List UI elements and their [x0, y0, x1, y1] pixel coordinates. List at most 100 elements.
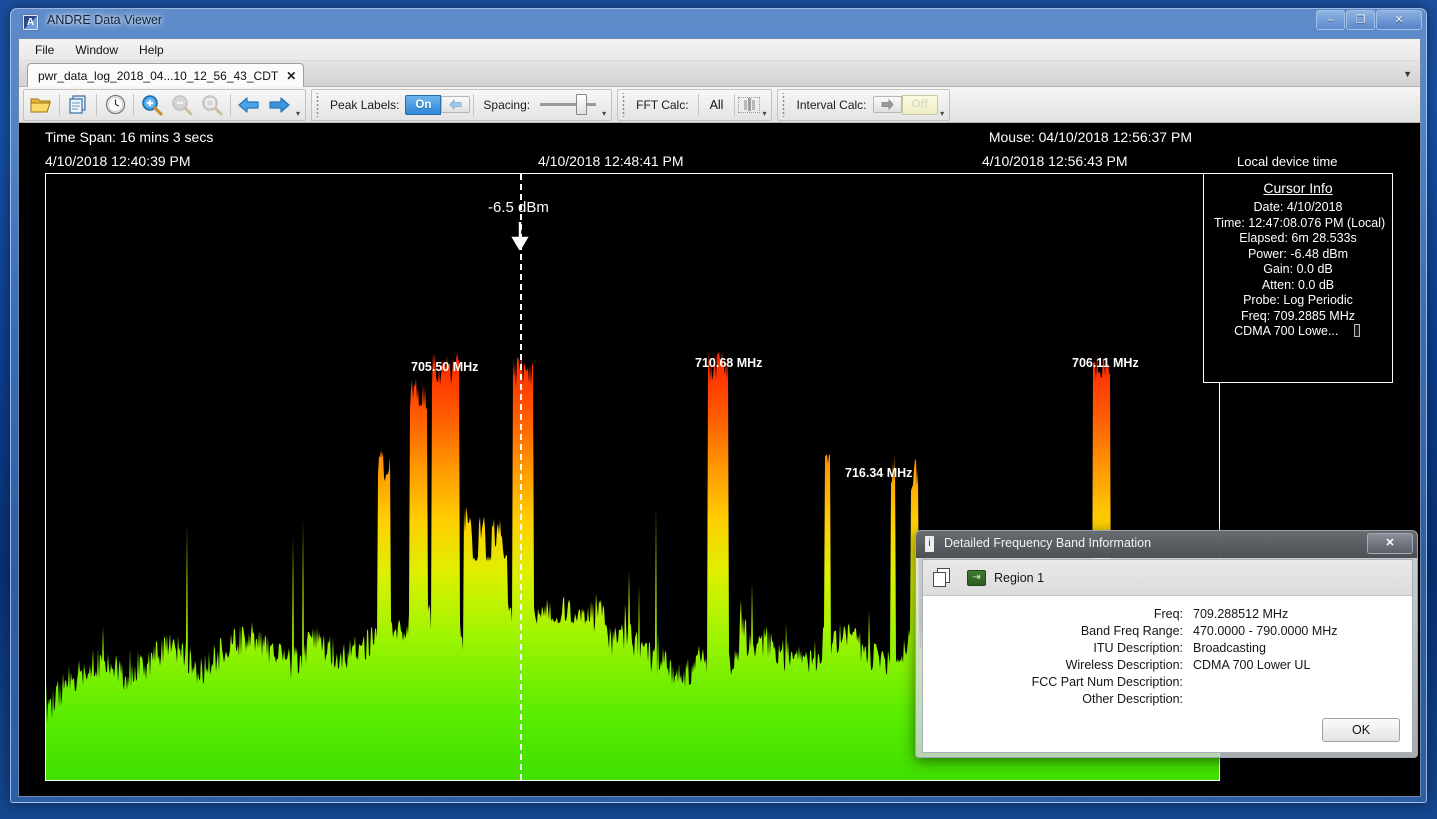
interval-calc-arrow-icon[interactable]: [873, 96, 902, 113]
toolbar-separator: [230, 94, 231, 116]
cursor-info-title: Cursor Info: [1214, 180, 1382, 196]
toolbar-grip[interactable]: [621, 93, 627, 117]
tab-active-document[interactable]: pwr_data_log_2018_04...10_12_56_43_CDT ✕: [27, 63, 304, 87]
zoom-fit-button[interactable]: [197, 91, 227, 119]
cursor-info-power-value: -6.48 dBm: [1290, 247, 1348, 261]
fft-calc-label: FFT Calc:: [630, 98, 694, 112]
cursor-info-time-label: Time:: [1214, 216, 1245, 230]
cursor-peak-arrow-icon: [511, 222, 529, 250]
cursor-info-band[interactable]: CDMA 700 Lowe...: [1214, 324, 1382, 338]
field-other-description: Other Description:: [923, 692, 1412, 706]
toolbar-group-peak-labels: Peak Labels: On Spacing: ▾: [311, 89, 612, 121]
time-cursor-line[interactable]: [520, 174, 522, 780]
dialog-title: Detailed Frequency Band Information: [944, 536, 1151, 550]
fft-range-icon[interactable]: [738, 97, 760, 113]
cursor-info-elapsed-label: Elapsed:: [1239, 231, 1288, 245]
toolbar-overflow-icon[interactable]: ▾: [294, 109, 303, 120]
field-wireless-description-value: CDMA 700 Lower UL: [1193, 658, 1310, 672]
frequency-band-dialog: i Detailed Frequency Band Information ✕ …: [915, 530, 1418, 758]
time-settings-button[interactable]: [100, 91, 130, 119]
menu-item-help[interactable]: Help: [129, 41, 174, 59]
copy-region-icon[interactable]: [933, 568, 953, 588]
tab-label: pwr_data_log_2018_04...10_12_56_43_CDT: [38, 69, 278, 83]
cursor-info-power: Power: -6.48 dBm: [1214, 247, 1382, 261]
field-band-freq-range: Band Freq Range: 470.0000 - 790.0000 MHz: [923, 624, 1412, 638]
field-wireless-description-label: Wireless Description:: [923, 658, 1193, 672]
arrow-right-small-icon: [881, 99, 894, 110]
band-info-icon[interactable]: [1354, 324, 1360, 337]
field-itu-description-label: ITU Description:: [923, 641, 1193, 655]
tab-close-icon[interactable]: ✕: [286, 69, 296, 83]
toolbar-group-navigation: ▾: [23, 89, 306, 121]
toolbar-separator: [96, 94, 97, 116]
interval-calc-off-state[interactable]: Off: [902, 95, 939, 115]
peak-label: 706.11 MHz: [1072, 356, 1139, 370]
field-other-description-label: Other Description:: [923, 692, 1193, 706]
axis-time-start: 4/10/2018 12:40:39 PM: [45, 153, 191, 169]
toolbar-overflow-icon[interactable]: ▾: [760, 109, 769, 120]
dialog-title-bar: i Detailed Frequency Band Information ✕: [916, 531, 1417, 558]
toolbar-separator: [473, 94, 474, 116]
minimize-button[interactable]: –: [1316, 10, 1345, 30]
app-icon-glyph: A: [24, 16, 37, 29]
close-button[interactable]: ✕: [1376, 10, 1422, 30]
dialog-close-button[interactable]: ✕: [1367, 533, 1413, 554]
cursor-info-elapsed-value: 6m 28.533s: [1291, 231, 1356, 245]
peak-labels-toggle[interactable]: On: [405, 95, 470, 115]
zoom-out-button[interactable]: [167, 91, 197, 119]
peak-label: 705.50 MHz: [411, 360, 478, 374]
window-controls: – ❐ ✕: [1315, 10, 1422, 30]
menu-item-file[interactable]: File: [25, 41, 64, 59]
open-file-button[interactable]: [26, 91, 56, 119]
cursor-info-date: Date: 4/10/2018: [1214, 200, 1382, 214]
ok-button[interactable]: OK: [1322, 718, 1400, 742]
cursor-info-time-value: 12:47:08.076 PM (Local): [1248, 216, 1385, 230]
client-area: File Window Help pwr_data_log_2018_04...…: [18, 38, 1421, 797]
maximize-button[interactable]: ❐: [1346, 10, 1375, 30]
cursor-info-freq-value: 709.2885 MHz: [1274, 309, 1355, 323]
copy-icon: [68, 95, 88, 114]
peak-labels-label: Peak Labels:: [324, 98, 405, 112]
menu-bar: File Window Help: [19, 39, 1420, 61]
chevron-down-icon[interactable]: ▼: [1403, 69, 1412, 79]
cursor-info-date-value: 4/10/2018: [1287, 200, 1343, 214]
app-icon: A: [22, 14, 39, 31]
zoom-in-button[interactable]: [137, 91, 167, 119]
peak-label: 710.68 MHz: [695, 356, 762, 370]
interval-calc-toggle[interactable]: Off: [873, 95, 939, 115]
toolbar: ▾ Peak Labels: On Spacing:: [19, 87, 1420, 123]
forward-button[interactable]: [264, 91, 294, 119]
cursor-info-panel: Cursor Info Date: 4/10/2018 Time: 12:47:…: [1203, 173, 1393, 383]
cursor-info-atten-label: Atten:: [1262, 278, 1295, 292]
toolbar-grip[interactable]: [315, 93, 321, 117]
back-button[interactable]: [234, 91, 264, 119]
spacing-label: Spacing:: [477, 98, 536, 112]
spectrum-data-area: Time Span: 16 mins 3 secs Mouse: 04/10/2…: [19, 123, 1420, 796]
axis-time-mid: 4/10/2018 12:48:41 PM: [538, 153, 684, 169]
field-itu-description-value: Broadcasting: [1193, 641, 1266, 655]
toolbar-overflow-icon[interactable]: ▾: [938, 109, 947, 120]
spacing-slider[interactable]: [540, 103, 596, 106]
peak-label: 716.34 MHz: [845, 466, 912, 480]
toolbar-overflow-icon[interactable]: ▾: [600, 109, 609, 120]
clock-icon: [105, 94, 126, 115]
toolbar-grip[interactable]: [781, 93, 787, 117]
cursor-info-band-name: CDMA 700 Lowe...: [1234, 324, 1338, 338]
zoom-out-icon: [171, 94, 193, 116]
menu-item-window[interactable]: Window: [65, 41, 128, 59]
copy-button[interactable]: [63, 91, 93, 119]
dialog-body: ⇥ Region 1 Freq: 709.288512 MHz Band Fre…: [922, 559, 1413, 753]
fft-calc-value[interactable]: All: [702, 98, 732, 112]
cursor-info-time: Time: 12:47:08.076 PM (Local): [1214, 216, 1382, 230]
spacing-slider-thumb[interactable]: [576, 94, 587, 115]
toolbar-separator: [133, 94, 134, 116]
field-band-freq-range-value: 470.0000 - 790.0000 MHz: [1193, 624, 1338, 638]
interval-calc-label: Interval Calc:: [790, 98, 872, 112]
cursor-info-gain: Gain: 0.0 dB: [1214, 262, 1382, 276]
peak-labels-on-state[interactable]: On: [405, 95, 441, 115]
cursor-info-probe: Probe: Log Periodic: [1214, 293, 1382, 307]
cursor-info-atten: Atten: 0.0 dB: [1214, 278, 1382, 292]
peak-labels-arrow-icon[interactable]: [441, 96, 470, 113]
application-window: A ANDRE Data Viewer – ❐ ✕ File Window He…: [10, 8, 1427, 803]
cursor-info-freq-label: Freq:: [1241, 309, 1270, 323]
